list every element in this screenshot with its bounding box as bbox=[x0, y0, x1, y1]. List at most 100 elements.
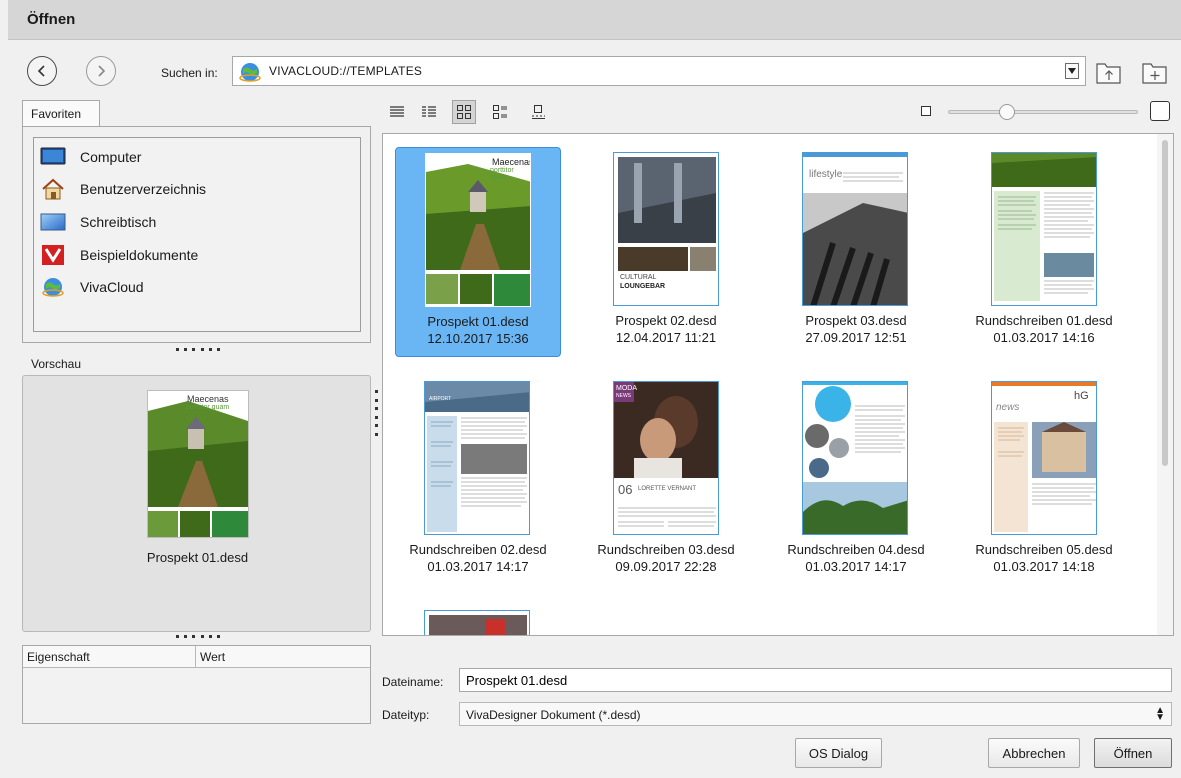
list-view-icon bbox=[390, 106, 404, 117]
size-large-icon bbox=[1150, 101, 1170, 121]
file-thumbnail: lifestyle bbox=[802, 152, 908, 306]
favorite-item-computer[interactable]: Computer bbox=[40, 145, 141, 169]
file-item[interactable]: news hG Rundschreiben 05.desd 01.03.2017 … bbox=[961, 376, 1127, 586]
triangle-down-icon bbox=[1068, 68, 1076, 74]
file-label: Rundschreiben 01.desd 01.03.2017 14:16 bbox=[975, 313, 1113, 345]
favorite-item-examples[interactable]: Beispieldokumente bbox=[40, 243, 198, 267]
home-icon bbox=[40, 178, 66, 200]
lookin-label: Suchen in: bbox=[161, 66, 218, 80]
os-dialog-button[interactable]: OS Dialog bbox=[795, 738, 882, 768]
parent-folder-button[interactable] bbox=[1094, 58, 1124, 86]
filename-label: Dateiname: bbox=[382, 675, 444, 689]
window-title: Öffnen bbox=[8, 0, 1181, 40]
file-item[interactable]: Rundschreiben 04.desd 01.03.2017 14:17 bbox=[773, 376, 939, 586]
path-text: VIVACLOUD://TEMPLATES bbox=[269, 64, 423, 78]
thumb-title: Maecenas bbox=[492, 157, 531, 167]
viva-logo-icon bbox=[40, 244, 66, 266]
path-combobox[interactable]: VIVACLOUD://TEMPLATES bbox=[232, 56, 1086, 86]
cloud-globe-icon bbox=[40, 276, 66, 298]
details-view-icon bbox=[422, 106, 436, 117]
tab-favorites[interactable]: Favoriten bbox=[22, 100, 100, 127]
preview-label: Vorschau bbox=[31, 357, 82, 371]
splitter-handle-vertical[interactable] bbox=[373, 390, 379, 436]
cloud-globe-icon bbox=[239, 63, 261, 82]
forward-button[interactable] bbox=[86, 56, 116, 86]
file-browser-scrollbar[interactable] bbox=[1157, 134, 1173, 635]
file-label: Rundschreiben 02.desd 01.03.2017 14:17 bbox=[409, 542, 547, 574]
cancel-button[interactable]: Abbrechen bbox=[988, 738, 1080, 768]
preview-panel: Maecenas porttitor quam Prospekt 01.desd bbox=[22, 375, 371, 632]
file-label: Prospekt 02.desd 12.04.2017 11:21 bbox=[615, 313, 717, 345]
favorite-item-vivacloud[interactable]: VivaCloud bbox=[40, 275, 144, 299]
file-item[interactable]: lifestyle Prospekt 03.desd 27.09.2017 12:… bbox=[773, 147, 939, 357]
file-label: Prospekt 01.desd 12.10.2017 15:36 bbox=[427, 314, 529, 346]
column-header-value[interactable]: Wert bbox=[196, 646, 225, 667]
properties-table: Eigenschaft Wert bbox=[22, 645, 371, 724]
file-item[interactable]: Maecenas porttitor quam Prospekt 01.desd… bbox=[395, 147, 561, 357]
preview-view-icon bbox=[532, 105, 545, 119]
scrollbar-thumb[interactable] bbox=[1162, 140, 1168, 466]
desktop-icon bbox=[40, 211, 66, 233]
file-thumbnail bbox=[991, 152, 1097, 306]
back-button[interactable] bbox=[27, 56, 57, 86]
view-icons-button[interactable] bbox=[452, 100, 476, 124]
file-item[interactable]: Rundschreiben 01.desd 01.03.2017 14:16 bbox=[961, 147, 1127, 357]
splitter-handle-bottom[interactable] bbox=[176, 635, 220, 641]
file-thumbnail: Maecenas porttitor quam bbox=[425, 153, 531, 307]
filename-input[interactable] bbox=[459, 668, 1172, 692]
thumb-text: AIRPORT bbox=[429, 396, 452, 402]
file-thumbnail: AIRPORT bbox=[424, 381, 530, 535]
favorite-label: Computer bbox=[80, 149, 142, 165]
file-thumbnail: news hG bbox=[991, 381, 1097, 535]
thumb-text: LORETTE VERNANT bbox=[638, 486, 697, 492]
file-label: Rundschreiben 03.desd 09.09.2017 22:28 bbox=[597, 542, 735, 574]
thumb-text: CULTURAL bbox=[620, 274, 657, 281]
new-folder-button[interactable] bbox=[1140, 58, 1170, 86]
monitor-icon bbox=[40, 146, 66, 168]
file-thumbnail bbox=[802, 381, 908, 535]
favorite-item-home[interactable]: Benutzerverzeichnis bbox=[40, 177, 206, 201]
folder-add-icon bbox=[1142, 63, 1167, 84]
filetype-label: Dateityp: bbox=[382, 708, 430, 722]
view-tiles-button[interactable] bbox=[488, 100, 512, 124]
file-browser: Maecenas porttitor quam Prospekt 01.desd… bbox=[382, 133, 1174, 636]
preview-thumbnail bbox=[147, 390, 249, 538]
view-preview-button[interactable] bbox=[526, 100, 550, 124]
filetype-select[interactable]: VivaDesigner Dokument (*.desd) ▲ ▼ bbox=[459, 702, 1172, 726]
view-details-button[interactable] bbox=[417, 100, 441, 124]
file-item[interactable]: AIRPORT Rundschreiben 02.desd 01.03.2017 … bbox=[395, 376, 561, 586]
thumb-subtitle: porttitor quam bbox=[490, 167, 514, 181]
preview-file-name: Prospekt 01.desd bbox=[146, 550, 249, 565]
thumb-text: MODA bbox=[616, 385, 637, 392]
thumb-text: LOUNGEBAR bbox=[620, 283, 666, 290]
size-small-icon bbox=[921, 106, 931, 116]
updown-arrows-icon: ▲ ▼ bbox=[1155, 705, 1165, 723]
folder-up-icon bbox=[1096, 63, 1121, 84]
preview-thumb-title: Maecenas bbox=[187, 394, 229, 404]
favorite-label: Beispieldokumente bbox=[80, 247, 199, 263]
grid-view-icon bbox=[457, 105, 471, 119]
thumb-text: news bbox=[996, 402, 1020, 413]
view-list-button[interactable] bbox=[385, 100, 409, 124]
splitter-handle-top[interactable] bbox=[176, 348, 220, 354]
file-label: Rundschreiben 04.desd 01.03.2017 14:17 bbox=[787, 542, 925, 574]
favorites-list: Computer Benutzerverzeichnis Schreibtisc… bbox=[33, 137, 361, 332]
thumb-text: NEWS bbox=[616, 393, 631, 399]
thumbnail-size-slider[interactable] bbox=[948, 110, 1138, 114]
favorite-label: Schreibtisch bbox=[80, 214, 157, 230]
open-button[interactable]: Öffnen bbox=[1094, 738, 1172, 768]
thumbnail-size-slider-handle[interactable] bbox=[999, 104, 1015, 120]
favorite-item-desktop[interactable]: Schreibtisch bbox=[40, 210, 156, 234]
favorite-label: VivaCloud bbox=[80, 279, 144, 295]
file-thumbnail bbox=[424, 610, 530, 635]
favorite-label: Benutzerverzeichnis bbox=[80, 181, 207, 197]
file-item[interactable]: MODA NEWS 06 LORETTE VERNANT Rundschreib… bbox=[583, 376, 749, 586]
thumb-text: 06 bbox=[618, 482, 633, 497]
thumb-logo-text: hG bbox=[1074, 390, 1089, 402]
preview-thumb-subtitle: porttitor quam bbox=[186, 404, 230, 411]
file-item[interactable]: CULTURAL LOUNGEBAR Prospekt 02.desd 12.04… bbox=[583, 147, 749, 357]
file-item[interactable] bbox=[395, 605, 561, 635]
path-dropdown-button[interactable] bbox=[1065, 63, 1079, 79]
filetype-value: VivaDesigner Dokument (*.desd) bbox=[466, 708, 641, 722]
column-header-property[interactable]: Eigenschaft bbox=[23, 646, 196, 667]
